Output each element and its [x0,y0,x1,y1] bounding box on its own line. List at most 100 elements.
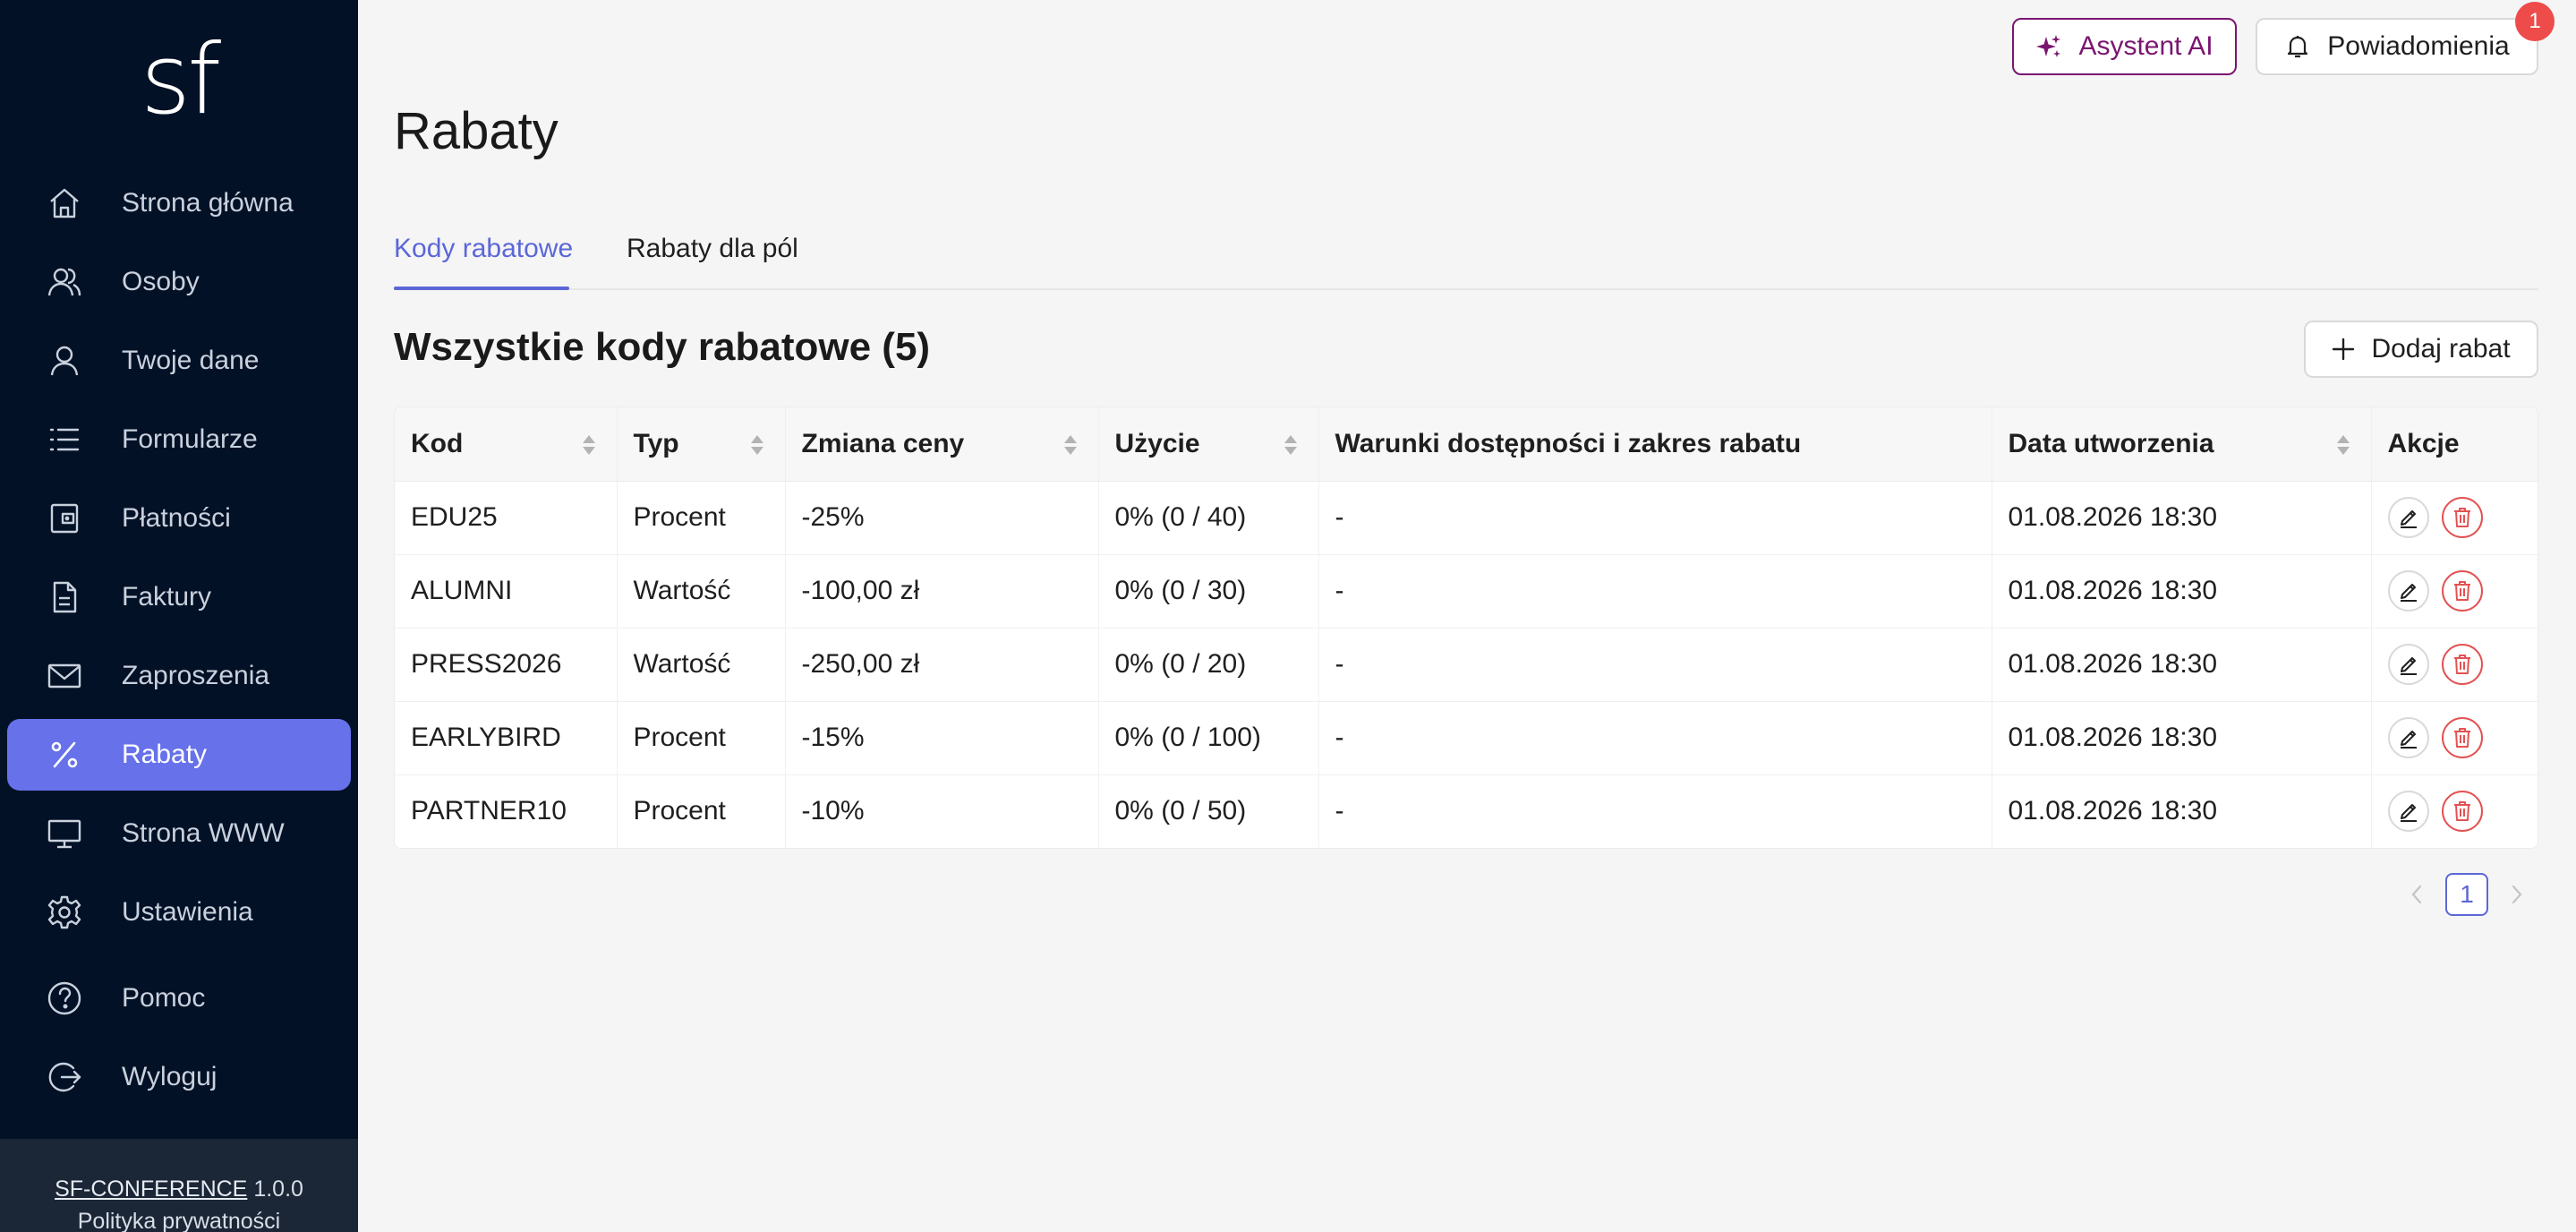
cell-type: Wartość [616,554,785,629]
tabs-divider [394,288,2538,290]
edit-button[interactable] [2387,570,2429,612]
column-header-label: Kod [411,428,464,458]
sidebar-item-label: Twoje dane [122,346,260,375]
document-icon [47,579,82,615]
app-name-link[interactable]: SF-CONFERENCE [55,1176,247,1202]
notifications-button[interactable]: Powiadomienia [2256,18,2538,75]
ai-assistant-button[interactable]: Asystent AI [2012,18,2237,75]
sidebar-item-strona-glowna[interactable]: Strona główna [7,167,351,239]
discount-codes-table: Kod Typ Zmiana ceny Użycie Warunki dostę… [394,406,2538,849]
cell-usage: 0% (0 / 20) [1097,628,1318,702]
cell-code: PRESS2026 [395,628,617,702]
table-row: ALUMNI Wartość -100,00 zł 0% (0 / 30) - … [395,554,2538,629]
column-header-label: Zmiana ceny [801,428,965,458]
sidebar-item-label: Rabaty [122,740,208,769]
cell-created: 01.08.2026 18:30 [1991,554,2371,629]
sort-icon[interactable] [2335,433,2351,457]
app-version: 1.0.0 [253,1176,303,1202]
sort-icon[interactable] [1283,433,1299,457]
sidebar-item-faktury[interactable]: Faktury [7,561,351,633]
cell-price-change: -25% [784,481,1098,555]
cell-type: Procent [616,481,785,555]
cell-created: 01.08.2026 18:30 [1991,628,2371,702]
sidebar-item-wyloguj[interactable]: Wyloguj [7,1041,351,1113]
edit-button[interactable] [2387,791,2429,833]
notifications-label: Powiadomienia [2327,31,2510,61]
sparkle-icon [2036,35,2061,57]
sidebar-item-strona-www[interactable]: Strona WWW [7,798,351,869]
column-header-label: Użycie [1114,428,1200,458]
column-header-typ[interactable]: Typ [616,407,785,482]
edit-button[interactable] [2387,497,2429,538]
sidebar-footer: SF-CONFERENCE 1.0.0 Polityka prywatności [0,1139,358,1232]
privacy-link[interactable]: Polityka prywatności [0,1205,358,1232]
column-header-data-utworzenia[interactable]: Data utworzenia [1991,407,2371,482]
sort-icon[interactable] [749,433,765,457]
trash-icon [2453,654,2470,674]
logout-icon [47,1059,82,1095]
app-logo[interactable]: sf [0,27,358,134]
trash-icon [2453,728,2470,748]
help-icon [47,980,82,1016]
table-row: EARLYBIRD Procent -15% 0% (0 / 100) - 01… [395,701,2538,775]
cell-code: EARLYBIRD [395,701,617,775]
sidebar-item-label: Strona WWW [122,818,285,848]
sort-icon[interactable] [581,433,597,457]
sort-icon[interactable] [1062,433,1079,457]
cell-usage: 0% (0 / 50) [1097,774,1318,848]
pagination-prev-button[interactable] [2399,874,2435,915]
sidebar-item-label: Ustawienia [122,897,253,927]
cell-actions [2370,774,2538,848]
sidebar-item-pomoc[interactable]: Pomoc [7,962,351,1034]
delete-button[interactable] [2441,791,2483,833]
cell-conditions: - [1318,774,1992,848]
sidebar-item-label: Pomoc [122,983,206,1013]
column-header-zmiana-ceny[interactable]: Zmiana ceny [784,407,1098,482]
sidebar-item-twoje-dane[interactable]: Twoje dane [7,325,351,397]
delete-button[interactable] [2441,717,2483,758]
cell-actions [2370,481,2538,555]
pagination-page-1[interactable]: 1 [2445,873,2488,916]
tab-kody-rabatowe[interactable]: Kody rabatowe [394,231,573,285]
delete-button[interactable] [2441,497,2483,538]
cell-type: Procent [616,701,785,775]
sidebar-item-label: Strona główna [122,188,294,218]
mail-icon [47,658,82,694]
column-header-kod[interactable]: Kod [395,407,617,482]
chevron-left-icon [2411,885,2422,904]
cell-type: Wartość [616,628,785,702]
cell-usage: 0% (0 / 100) [1097,701,1318,775]
delete-button[interactable] [2441,570,2483,612]
column-header-warunki: Warunki dostępności i zakres rabatu [1318,407,1992,482]
pagination-next-button[interactable] [2499,874,2535,915]
plus-icon [2333,338,2355,361]
wallet-icon [47,500,82,536]
cell-actions [2370,554,2538,629]
cell-created: 01.08.2026 18:30 [1991,774,2371,848]
active-tab-indicator [394,287,569,290]
sidebar-item-label: Wyloguj [122,1062,218,1091]
delete-button[interactable] [2441,644,2483,685]
cell-price-change: -100,00 zł [784,554,1098,629]
cell-price-change: -10% [784,774,1098,848]
sidebar-item-ustawienia[interactable]: Ustawienia [7,877,351,948]
tab-rabaty-dla-pol[interactable]: Rabaty dla pól [627,231,798,285]
user-icon [47,343,82,379]
sidebar-item-rabaty[interactable]: Rabaty [7,719,351,791]
cell-price-change: -250,00 zł [784,628,1098,702]
edit-button[interactable] [2387,644,2429,685]
column-header-akcje: Akcje [2370,407,2538,482]
edit-button[interactable] [2387,717,2429,758]
column-header-uzycie[interactable]: Użycie [1097,407,1318,482]
cell-code: PARTNER10 [411,796,567,826]
cell-usage: 0% (0 / 30) [1097,554,1318,629]
sidebar-item-zaproszenia[interactable]: Zaproszenia [7,640,351,712]
add-discount-button[interactable]: Dodaj rabat [2304,321,2538,378]
sidebar-item-osoby[interactable]: Osoby [7,246,351,318]
sidebar-item-formularze[interactable]: Formularze [7,404,351,475]
cell-conditions: - [1318,481,1992,555]
column-header-label: Typ [633,428,679,458]
sidebar-item-label: Formularze [122,424,258,454]
cell-created: 01.08.2026 18:30 [1991,481,2371,555]
sidebar-item-platnosci[interactable]: Płatności [7,483,351,554]
